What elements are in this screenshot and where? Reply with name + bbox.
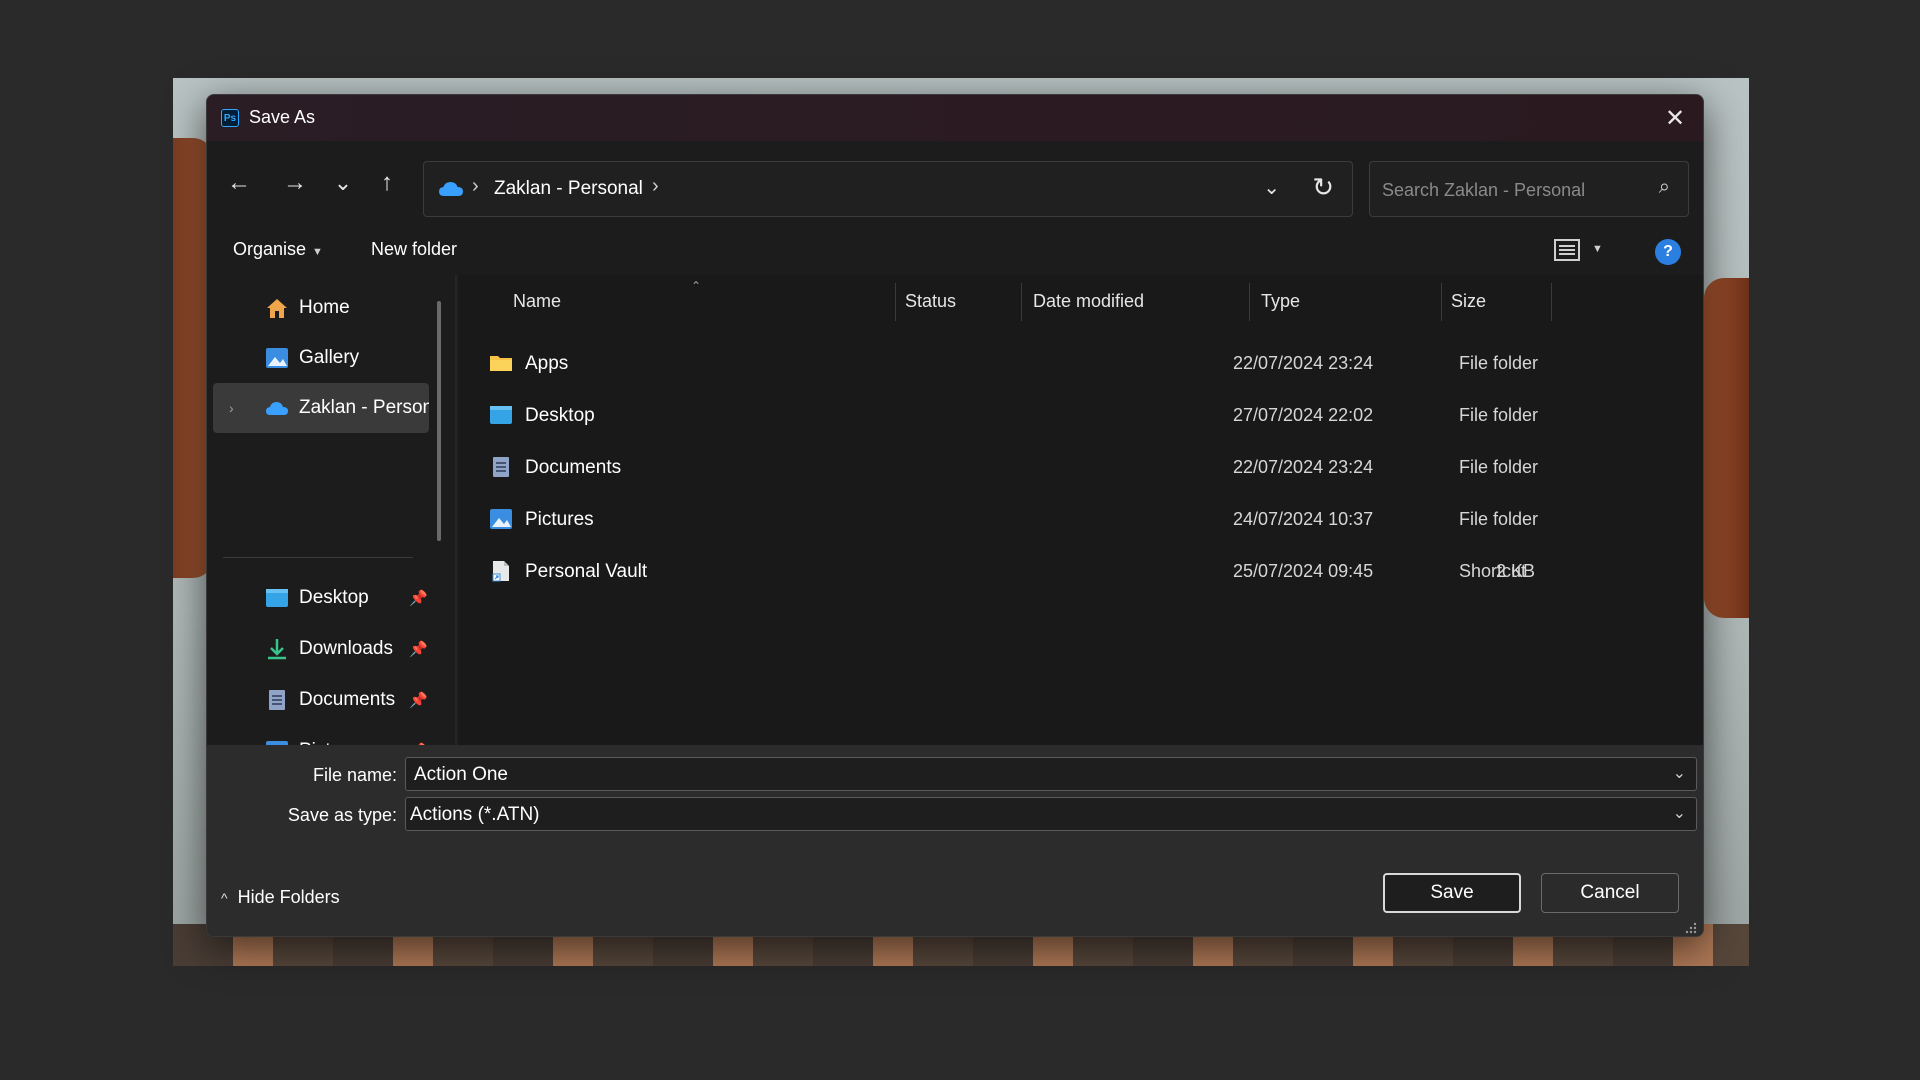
address-bar[interactable]: › Zaklan - Personal › ⌄ ↻ <box>423 161 1353 217</box>
save-button[interactable]: Save <box>1383 873 1521 913</box>
resize-grip-icon[interactable] <box>1683 920 1697 934</box>
caret-down-icon: ▼ <box>1592 243 1603 255</box>
file-name: Personal Vault <box>525 561 648 582</box>
address-history-dropdown[interactable]: ⌄ <box>1263 175 1280 200</box>
column-header-name[interactable]: Name <box>513 291 561 312</box>
column-divider[interactable] <box>895 283 896 321</box>
chevron-down-icon: ⌄ <box>1672 805 1686 822</box>
sidebar-item-pictures-row[interactable] <box>212 736 428 786</box>
new-folder-button[interactable]: New folder <box>371 239 457 260</box>
organise-label: Organise <box>233 239 307 259</box>
column-divider[interactable] <box>1021 283 1022 321</box>
column-header-size[interactable]: Size <box>1451 291 1486 312</box>
pictures-folder-icon <box>490 509 512 529</box>
breadcrumb-separator: › <box>472 175 479 197</box>
file-date-modified: 24/07/2024 10:37 <box>1233 509 1374 529</box>
file-size: 2 KB <box>1495 561 1535 581</box>
file-name: Apps <box>525 353 569 374</box>
file-type: File folder <box>1459 509 1539 529</box>
help-icon: ? <box>1663 243 1673 260</box>
command-bar: Organise ▼ New folder ▼ ? <box>207 225 1703 275</box>
back-arrow-icon: ← <box>227 169 251 196</box>
file-name: Documents <box>525 457 622 478</box>
search-box[interactable]: ⌕ <box>1369 161 1689 217</box>
column-header-status[interactable]: Status <box>905 291 956 312</box>
shortcut-icon <box>492 561 509 582</box>
file-date-modified: 22/07/2024 23:24 <box>1233 457 1374 477</box>
up-arrow-icon: ↑ <box>381 169 393 196</box>
hide-folders-button[interactable]: ^ Hide Folders <box>221 887 340 908</box>
save-type-select[interactable]: Actions (*.ATN) ⌄ <box>405 797 1697 831</box>
sort-ascending-icon: ⌃ <box>691 279 702 293</box>
file-type: File folder <box>1459 405 1539 425</box>
column-divider[interactable] <box>1441 283 1442 321</box>
details-view-icon <box>1554 239 1580 261</box>
file-row-apps[interactable]: Apps 22/07/2024 23:24 File folder <box>459 341 1559 387</box>
file-name: Desktop <box>525 405 595 426</box>
search-input[interactable] <box>1382 178 1642 202</box>
back-button[interactable]: ← <box>219 163 259 203</box>
save-type-label: Save as type: <box>287 805 397 825</box>
file-type: File folder <box>1459 457 1539 477</box>
file-date-modified: 22/07/2024 23:24 <box>1233 353 1374 373</box>
chevron-up-icon: ^ <box>221 890 228 906</box>
forward-arrow-icon: → <box>283 169 307 196</box>
file-row-desktop[interactable]: Desktop 27/07/2024 22:02 File folder <box>459 393 1559 439</box>
chevron-down-icon[interactable]: ⌄ <box>1673 763 1686 783</box>
file-name-input[interactable] <box>414 764 1654 786</box>
save-type-value: Actions (*.ATN) <box>410 804 540 825</box>
column-header-date-modified[interactable]: Date modified <box>1033 291 1144 312</box>
column-divider[interactable] <box>1249 283 1250 321</box>
refresh-icon[interactable]: ↻ <box>1312 172 1334 203</box>
file-row-pictures[interactable]: Pictures 24/07/2024 10:37 File folder <box>459 497 1559 543</box>
hide-folders-label: Hide Folders <box>237 887 340 907</box>
file-list: ⌃ Name Status Date modified Type Size Ap… <box>459 275 1703 745</box>
file-type: File folder <box>1459 353 1539 373</box>
close-icon: ✕ <box>1664 104 1686 132</box>
file-name: Pictures <box>525 509 594 530</box>
file-name-field[interactable]: ⌄ <box>405 757 1697 791</box>
onedrive-cloud-icon <box>439 182 463 196</box>
caret-down-icon: ▼ <box>312 246 323 258</box>
up-button[interactable]: ↑ <box>367 163 407 203</box>
recent-locations-button[interactable]: ⌄ <box>323 163 363 203</box>
dialog-title: Save As <box>249 107 316 127</box>
pane-splitter[interactable] <box>455 275 457 745</box>
file-date-modified: 27/07/2024 22:02 <box>1233 405 1374 425</box>
cancel-button[interactable]: Cancel <box>1541 873 1679 913</box>
title-bar: Ps Save As ✕ <box>207 95 1703 141</box>
desktop-folder-icon <box>490 406 512 424</box>
photoshop-app-icon: Ps <box>221 109 239 127</box>
folder-icon <box>490 356 512 371</box>
background-curtain-right <box>1704 278 1749 618</box>
breadcrumb-location[interactable]: Zaklan - Personal <box>494 178 643 200</box>
file-date-modified: 25/07/2024 09:45 <box>1233 561 1374 581</box>
breadcrumb-separator-trailing[interactable]: › <box>652 175 659 198</box>
file-row-personal-vault[interactable]: Personal Vault 25/07/2024 09:45 Shortcut… <box>459 549 1559 595</box>
help-button[interactable]: ? <box>1655 239 1681 265</box>
forward-button[interactable]: → <box>275 163 315 203</box>
save-form-panel: File name: ⌄ Save as type: Actions (*.AT… <box>207 745 1703 936</box>
file-row-documents[interactable]: Documents 22/07/2024 23:24 File folder <box>459 445 1559 491</box>
navigation-pane-items-lower <box>206 274 452 744</box>
column-divider[interactable] <box>1551 283 1552 321</box>
column-header-type[interactable]: Type <box>1261 291 1300 312</box>
search-icon[interactable]: ⌕ <box>1659 176 1670 199</box>
documents-folder-icon <box>493 457 509 477</box>
navigation-row: ← → ⌄ ↑ › Zaklan - Personal › ⌄ ↻ ⌕ <box>207 141 1703 225</box>
close-button[interactable]: ✕ <box>1647 95 1703 141</box>
chevron-down-icon: ⌄ <box>333 170 353 195</box>
view-options-button[interactable]: ▼ <box>1554 237 1604 265</box>
organise-menu-button[interactable]: Organise ▼ <box>233 239 323 260</box>
